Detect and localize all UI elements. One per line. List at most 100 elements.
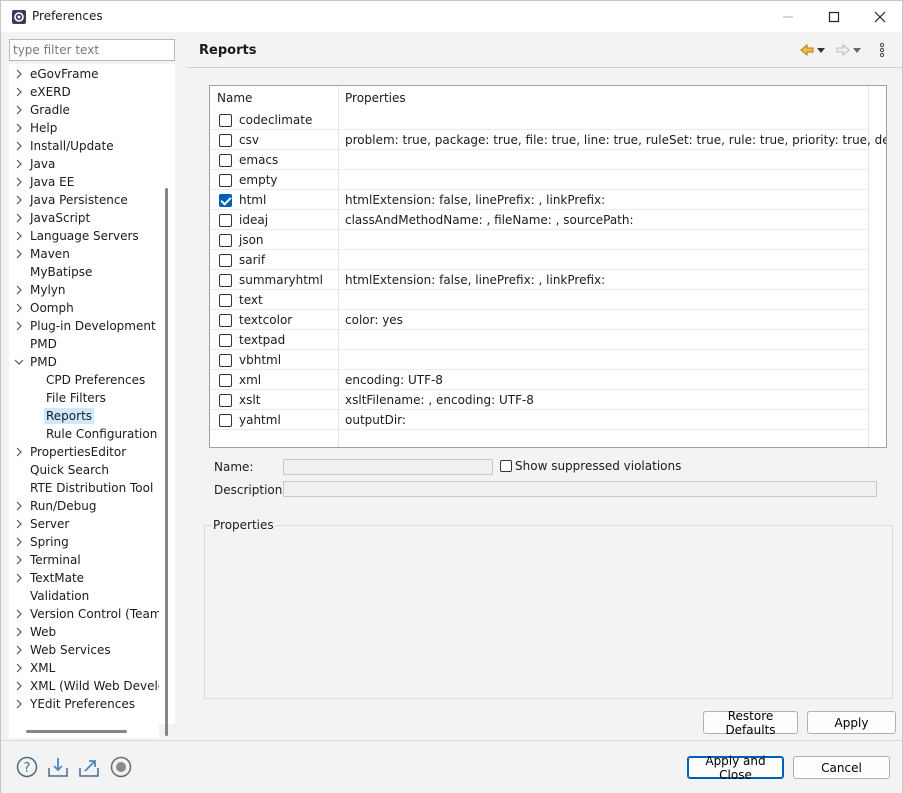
report-enable-checkbox[interactable] [219, 294, 232, 307]
tree-item[interactable]: TextMate [9, 569, 159, 587]
table-row[interactable]: json [210, 230, 868, 250]
tree-item[interactable]: Reports [9, 407, 159, 425]
maximize-button[interactable] [811, 1, 857, 32]
chevron-right-icon[interactable] [14, 663, 24, 673]
chevron-right-icon[interactable] [14, 285, 24, 295]
tree-item[interactable]: Plug-in Development [9, 317, 159, 335]
table-row[interactable]: ideaj classAndMethodName: , fileName: , s… [210, 210, 868, 230]
table-row[interactable]: empty [210, 170, 868, 190]
tree-item[interactable]: File Filters [9, 389, 159, 407]
back-arrow-icon[interactable] [799, 42, 815, 58]
table-row[interactable]: sarif [210, 250, 868, 270]
tree-item[interactable]: JavaScript [9, 209, 159, 227]
table-row[interactable]: emacs [210, 150, 868, 170]
report-enable-checkbox[interactable] [219, 374, 232, 387]
tree-item[interactable]: Quick Search [9, 461, 159, 479]
back-dropdown-icon[interactable] [817, 46, 825, 54]
report-enable-checkbox[interactable] [219, 234, 232, 247]
tree-item[interactable]: RTE Distribution Tool [9, 479, 159, 497]
tree-item[interactable]: Rule Configuration [9, 425, 159, 443]
tree-item[interactable]: PMD [9, 353, 159, 371]
tree-item[interactable]: Java [9, 155, 159, 173]
tree-item[interactable]: Run/Debug [9, 497, 159, 515]
tree-item[interactable]: MyBatipse [9, 263, 159, 281]
tree-item[interactable]: XML [9, 659, 159, 677]
report-enable-checkbox[interactable] [219, 154, 232, 167]
table-row[interactable]: textcolor color: yes [210, 310, 868, 330]
help-icon[interactable]: ? [15, 755, 39, 779]
tree-item[interactable]: CPD Preferences [9, 371, 159, 389]
chevron-right-icon[interactable] [14, 249, 24, 259]
chevron-right-icon[interactable] [14, 645, 24, 655]
chevron-right-icon[interactable] [14, 501, 24, 511]
tree-item[interactable]: Mylyn [9, 281, 159, 299]
column-header-name[interactable]: Name [210, 86, 338, 110]
tree-item[interactable]: Web Services [9, 641, 159, 659]
chevron-right-icon[interactable] [14, 627, 24, 637]
table-row[interactable]: xslt xsltFilename: , encoding: UTF-8 [210, 390, 868, 410]
table-row[interactable]: textpad [210, 330, 868, 350]
tree-item[interactable]: Java EE [9, 173, 159, 191]
chevron-right-icon[interactable] [14, 519, 24, 529]
close-button[interactable] [857, 1, 903, 32]
tree-item[interactable]: Install/Update [9, 137, 159, 155]
tree-item[interactable]: eGovFrame [9, 65, 159, 83]
chevron-right-icon[interactable] [14, 321, 24, 331]
report-enable-checkbox[interactable] [219, 334, 232, 347]
chevron-right-icon[interactable] [14, 141, 24, 151]
tree-item[interactable]: eXERD [9, 83, 159, 101]
chevron-right-icon[interactable] [14, 573, 24, 583]
table-row[interactable]: yahtml outputDir: [210, 410, 868, 430]
report-enable-checkbox[interactable] [219, 414, 232, 427]
chevron-right-icon[interactable] [14, 447, 24, 457]
chevron-right-icon[interactable] [14, 213, 24, 223]
cancel-button[interactable]: Cancel [793, 756, 890, 779]
report-enable-checkbox[interactable] [219, 314, 232, 327]
chevron-right-icon[interactable] [14, 609, 24, 619]
table-row[interactable]: text [210, 290, 868, 310]
tree-item[interactable]: Validation [9, 587, 159, 605]
column-header-properties[interactable]: Properties [338, 86, 868, 110]
show-suppressed-checkbox[interactable] [500, 460, 512, 472]
tree-item[interactable]: Help [9, 119, 159, 137]
tree-item[interactable]: Gradle [9, 101, 159, 119]
tree-horizontal-scrollbar[interactable] [9, 724, 159, 738]
chevron-right-icon[interactable] [14, 303, 24, 313]
tree-item[interactable]: Web [9, 623, 159, 641]
tree-item[interactable]: Oomph [9, 299, 159, 317]
report-enable-checkbox[interactable] [219, 134, 232, 147]
oomph-record-icon[interactable] [109, 755, 133, 779]
tree-item[interactable]: Maven [9, 245, 159, 263]
apply-and-close-button[interactable]: Apply and Close [687, 754, 784, 782]
report-enable-checkbox[interactable] [219, 114, 232, 127]
tree-item[interactable]: Terminal [9, 551, 159, 569]
chevron-right-icon[interactable] [14, 123, 24, 133]
chevron-right-icon[interactable] [14, 555, 24, 565]
tree-item[interactable]: Java Persistence [9, 191, 159, 209]
import-icon[interactable] [46, 755, 70, 779]
table-row[interactable]: html htmlExtension: false, linePrefix: , … [210, 190, 868, 210]
chevron-right-icon[interactable] [14, 159, 24, 169]
tree-item[interactable]: Version Control (Team) [9, 605, 159, 623]
chevron-right-icon[interactable] [14, 681, 24, 691]
report-enable-checkbox[interactable] [219, 394, 232, 407]
scrollbar-thumb[interactable] [165, 188, 168, 736]
export-icon[interactable] [77, 755, 101, 779]
scrollbar-thumb[interactable] [26, 730, 127, 733]
table-row[interactable]: xml encoding: UTF-8 [210, 370, 868, 390]
chevron-right-icon[interactable] [14, 87, 24, 97]
chevron-right-icon[interactable] [14, 699, 24, 709]
report-enable-checkbox[interactable] [219, 254, 232, 267]
chevron-right-icon[interactable] [14, 69, 24, 79]
table-row[interactable]: csv problem: true, package: true, file: t… [210, 130, 886, 150]
report-enable-checkbox[interactable] [219, 274, 232, 287]
tree-item[interactable]: PropertiesEditor [9, 443, 159, 461]
chevron-right-icon[interactable] [14, 195, 24, 205]
apply-button[interactable]: Apply [807, 711, 896, 734]
tree-item[interactable]: Spring [9, 533, 159, 551]
tree-item[interactable]: Language Servers [9, 227, 159, 245]
restore-defaults-button[interactable]: Restore Defaults [703, 709, 798, 737]
chevron-down-icon[interactable] [14, 357, 24, 367]
filter-input[interactable] [9, 39, 175, 61]
report-enable-checkbox[interactable] [219, 194, 232, 207]
